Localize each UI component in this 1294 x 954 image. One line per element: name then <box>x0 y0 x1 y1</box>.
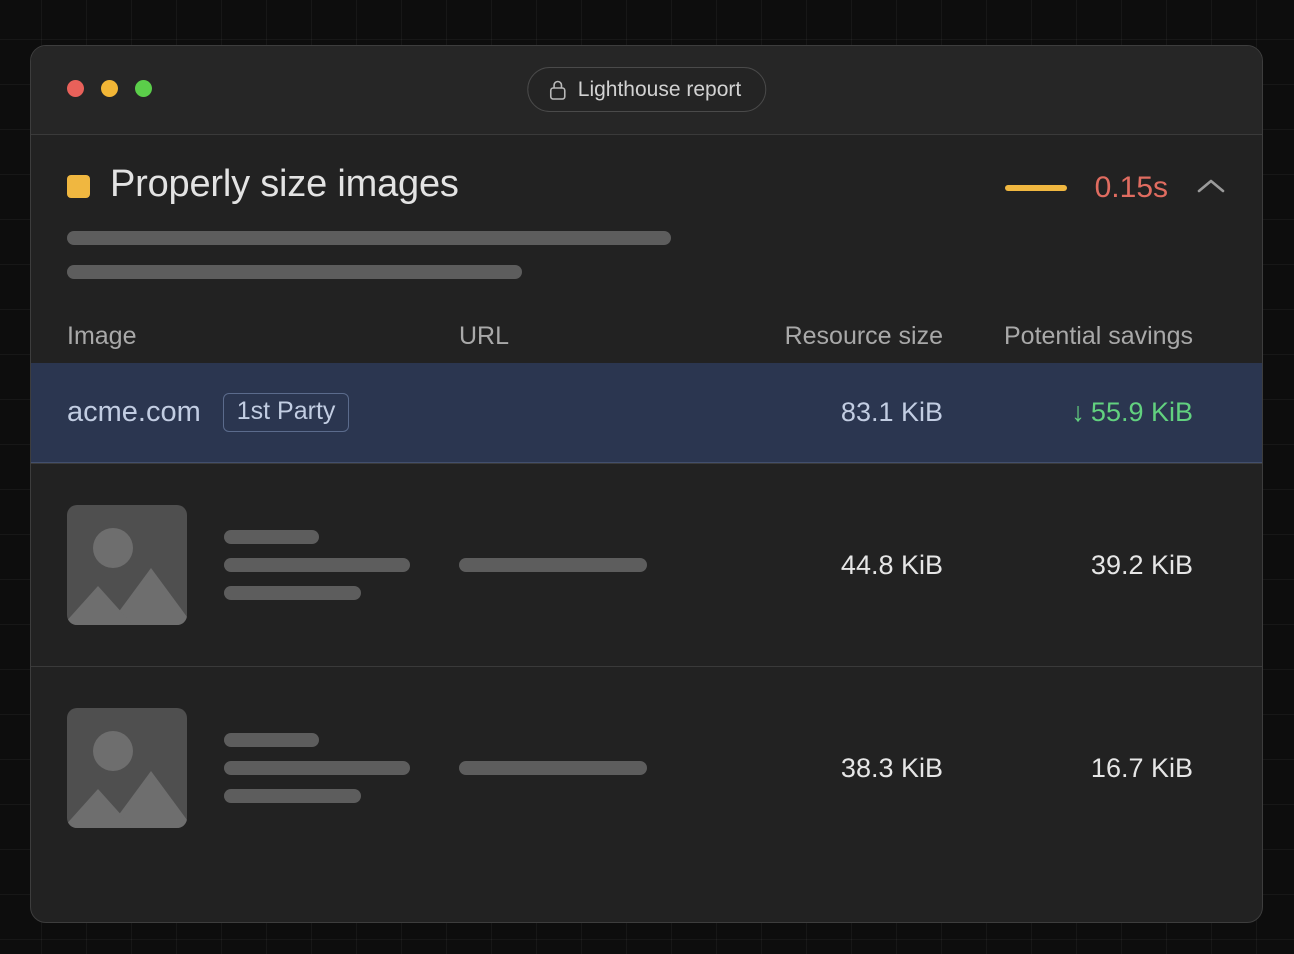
row-host-cell: acme.com 1st Party <box>31 393 459 432</box>
placeholder-mountain-front <box>67 789 133 828</box>
audit-score-bar <box>1005 185 1067 191</box>
row-url-cell <box>459 761 691 775</box>
table-row[interactable]: 38.3 KiB 16.7 KiB <box>31 666 1262 869</box>
window-titlebar: Lighthouse report <box>31 46 1262 135</box>
url-bar-label: Lighthouse report <box>578 78 741 102</box>
row-resource-size: 83.1 KiB <box>691 397 943 428</box>
skeleton-line <box>224 789 361 803</box>
audit-description-skeleton <box>31 203 1262 279</box>
row-text-skeleton <box>224 733 410 803</box>
row-resource-size: 38.3 KiB <box>691 753 943 784</box>
skeleton-line <box>67 231 671 245</box>
skeleton-line <box>224 761 410 775</box>
maximize-window-button[interactable] <box>135 80 152 97</box>
audit-title: Properly size images <box>110 165 459 203</box>
row-image-cell <box>31 505 459 625</box>
audit-header[interactable]: Properly size images 0.15s <box>31 135 1262 203</box>
table-row[interactable]: 44.8 KiB 39.2 KiB <box>31 463 1262 666</box>
table-row[interactable]: acme.com 1st Party 83.1 KiB ↓55.9 KiB <box>31 363 1262 463</box>
row-savings-value: 55.9 KiB <box>1091 397 1193 427</box>
browser-window: Lighthouse report Properly size images 0… <box>30 45 1263 923</box>
audit-meta-group: 0.15s <box>1005 173 1226 203</box>
column-header-potential-savings: Potential savings <box>943 322 1228 351</box>
row-potential-savings: ↓55.9 KiB <box>943 397 1228 428</box>
skeleton-line <box>459 761 647 775</box>
skeleton-line <box>67 265 522 279</box>
panel-filler <box>31 869 1262 922</box>
skeleton-line <box>224 558 410 572</box>
audit-metric-value: 0.15s <box>1095 173 1168 203</box>
skeleton-line <box>224 586 361 600</box>
collapse-audit-button[interactable] <box>1196 173 1226 203</box>
skeleton-line <box>224 530 319 544</box>
row-potential-savings: 39.2 KiB <box>943 550 1228 581</box>
placeholder-sun-shape <box>93 528 133 568</box>
placeholder-mountain-front <box>67 586 133 625</box>
row-potential-savings: 16.7 KiB <box>943 753 1228 784</box>
audit-title-group: Properly size images <box>67 165 459 203</box>
url-bar[interactable]: Lighthouse report <box>527 67 766 112</box>
column-header-resource-size: Resource size <box>691 322 943 351</box>
skeleton-line <box>459 558 647 572</box>
lock-icon <box>548 79 567 101</box>
score-indicator-square <box>67 175 90 198</box>
down-arrow-icon: ↓ <box>1071 397 1085 427</box>
minimize-window-button[interactable] <box>101 80 118 97</box>
skeleton-line <box>224 733 319 747</box>
row-url-cell <box>459 558 691 572</box>
traffic-light-buttons <box>67 80 152 97</box>
audit-panel: Properly size images 0.15s <box>31 135 1262 922</box>
row-text-skeleton <box>224 530 410 600</box>
row-image-cell <box>31 708 459 828</box>
table-header-row: Image URL Resource size Potential saving… <box>31 309 1262 363</box>
image-placeholder-icon <box>67 505 187 625</box>
placeholder-sun-shape <box>93 731 133 771</box>
column-header-url: URL <box>459 322 691 351</box>
audit-results-table: Image URL Resource size Potential saving… <box>31 309 1262 869</box>
chevron-up-icon <box>1196 177 1226 200</box>
column-header-image: Image <box>31 322 459 351</box>
close-window-button[interactable] <box>67 80 84 97</box>
image-placeholder-icon <box>67 708 187 828</box>
party-badge: 1st Party <box>223 393 350 432</box>
host-name: acme.com <box>67 396 201 429</box>
row-resource-size: 44.8 KiB <box>691 550 943 581</box>
